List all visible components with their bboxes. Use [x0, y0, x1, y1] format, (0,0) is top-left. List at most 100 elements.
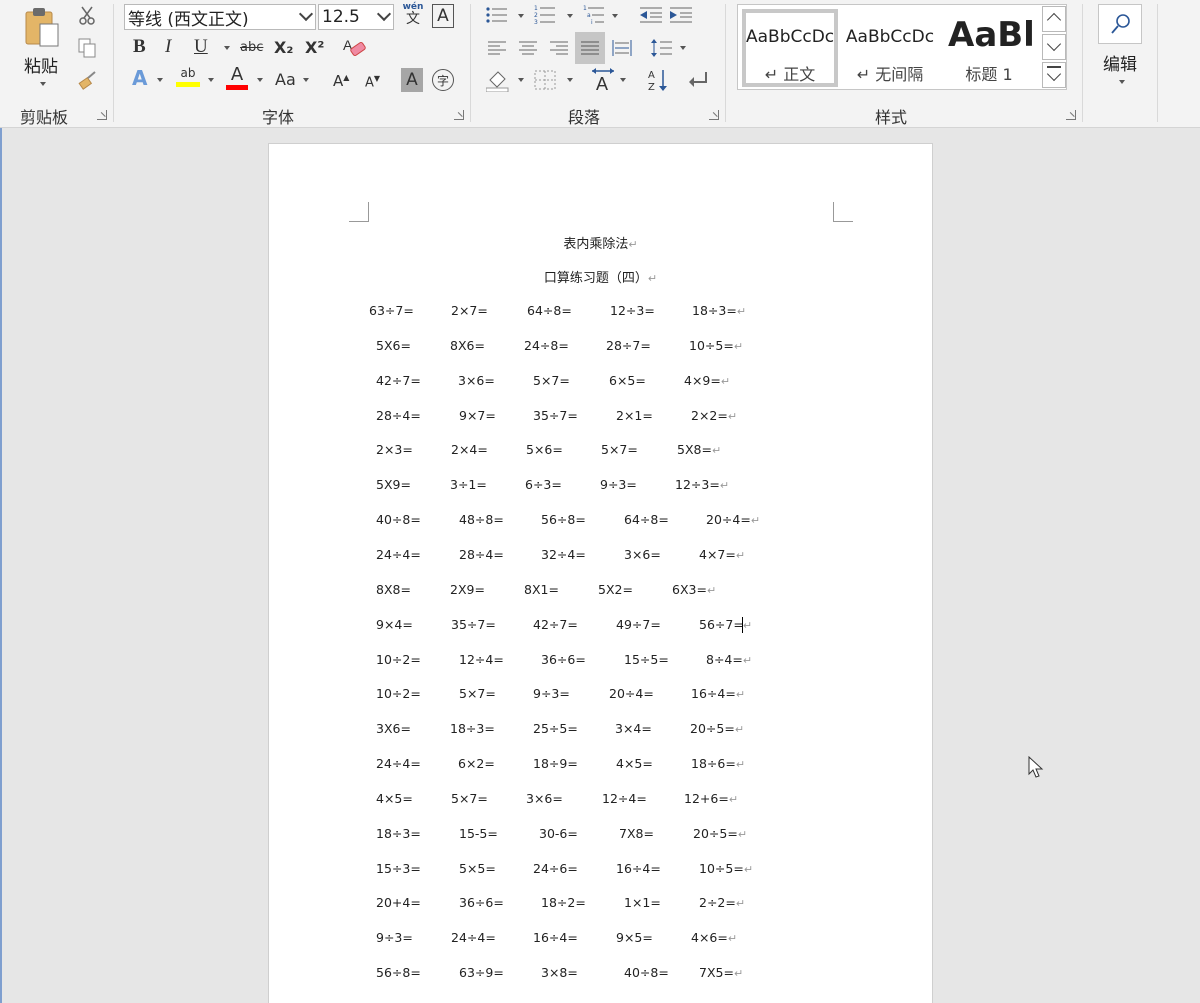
numbering-dropdown-icon[interactable] — [567, 14, 573, 18]
problem-cell[interactable]: 10÷5=↵ — [699, 861, 753, 876]
styles-more-button[interactable] — [1042, 62, 1066, 88]
problem-cell[interactable]: 4×9=↵ — [684, 373, 730, 388]
highlight-dropdown-icon[interactable] — [208, 78, 214, 82]
character-shading-button[interactable]: A — [401, 68, 423, 92]
problem-cell[interactable]: 4×5= — [376, 791, 413, 806]
borders-dropdown-icon[interactable] — [567, 78, 573, 82]
phonetic-guide-button[interactable]: wén 文 — [402, 3, 424, 27]
problem-cell[interactable]: 20÷5=↵ — [690, 721, 744, 736]
problem-cell[interactable]: 12÷4= — [602, 791, 647, 806]
styles-launcher-icon[interactable] — [1066, 110, 1076, 120]
chinese-layout-icon[interactable]: A — [590, 66, 616, 92]
problem-cell[interactable]: 2×7= — [451, 303, 488, 318]
problem-cell[interactable]: 16÷4=↵ — [691, 686, 745, 701]
problem-cell[interactable]: 18÷2= — [541, 895, 586, 910]
problem-cell[interactable]: 5×7= — [601, 442, 638, 457]
problem-cell[interactable]: 6×2= — [458, 756, 495, 771]
document-subtitle[interactable]: 口算练习题（四）↵ — [269, 267, 932, 286]
chinese-layout-dropdown-icon[interactable] — [620, 78, 626, 82]
editing-dropdown-icon[interactable] — [1119, 80, 1125, 84]
problem-cell[interactable]: 18÷3= — [376, 826, 421, 841]
problem-cell[interactable]: 3X6= — [376, 721, 411, 736]
problem-cell[interactable]: 28÷4= — [459, 547, 504, 562]
problem-cell[interactable]: 12÷3=↵ — [675, 477, 729, 492]
problem-cell[interactable]: 3×6= — [458, 373, 495, 388]
font-color-dropdown-icon[interactable] — [257, 78, 263, 82]
shading-dropdown-icon[interactable] — [518, 78, 524, 82]
problem-cell[interactable]: 36÷6= — [459, 895, 504, 910]
document-title[interactable]: 表内乘除法↵ — [269, 233, 932, 252]
problem-cell[interactable]: 4×5= — [616, 756, 653, 771]
increase-indent-icon[interactable] — [670, 6, 692, 24]
numbering-icon[interactable]: 1 2 3 — [534, 4, 556, 26]
shrink-font-button[interactable]: A▼ — [365, 74, 380, 90]
italic-button[interactable]: I — [165, 36, 171, 58]
problem-cell[interactable]: 63÷7= — [369, 303, 414, 318]
styles-scroll-up-button[interactable] — [1042, 6, 1066, 32]
problem-cell[interactable]: 24÷4= — [451, 930, 496, 945]
problem-cell[interactable]: 4×7=↵ — [699, 547, 745, 562]
problem-cell[interactable]: 18÷3= — [450, 721, 495, 736]
find-button[interactable] — [1098, 4, 1142, 44]
underline-button[interactable]: U — [194, 36, 208, 58]
problem-cell[interactable]: 5×7= — [459, 686, 496, 701]
paragraph-launcher-icon[interactable] — [709, 110, 719, 120]
borders-icon[interactable] — [534, 70, 556, 90]
problem-cell[interactable]: 9÷3= — [376, 930, 413, 945]
problem-cell[interactable]: 42÷7= — [376, 373, 421, 388]
problem-cell[interactable]: 28÷7= — [606, 338, 651, 353]
bold-button[interactable]: B — [133, 36, 146, 58]
problem-cell[interactable]: 64÷8= — [527, 303, 572, 318]
cut-icon[interactable] — [78, 6, 96, 26]
problem-cell[interactable]: 24÷4= — [376, 547, 421, 562]
problem-cell[interactable]: 12÷4= — [459, 652, 504, 667]
show-hide-marks-icon[interactable] — [688, 70, 710, 90]
font-color-button[interactable]: A — [226, 64, 248, 90]
problem-cell[interactable]: 5×7= — [533, 373, 570, 388]
problem-cell[interactable]: 6X3=↵ — [672, 582, 716, 597]
problem-cell[interactable]: 28÷4= — [376, 408, 421, 423]
problem-cell[interactable]: 18÷9= — [533, 756, 578, 771]
problem-cell[interactable]: 18÷3=↵ — [692, 303, 746, 318]
problem-cell[interactable]: 9×5= — [616, 930, 653, 945]
problem-cell[interactable]: 5X2= — [598, 582, 633, 597]
problem-cell[interactable]: 2×3= — [376, 442, 413, 457]
paste-button[interactable]: 粘贴 — [24, 52, 58, 77]
document-page[interactable]: 表内乘除法↵ 口算练习题（四）↵ 63÷7= 2×7= 64÷8= 12÷3= 18÷3… — [268, 143, 933, 1003]
bullets-dropdown-icon[interactable] — [518, 14, 524, 18]
chevron-down-icon[interactable] — [376, 6, 392, 22]
line-spacing-icon[interactable] — [650, 38, 672, 58]
problem-cell[interactable]: 20+4= — [376, 895, 421, 910]
problem-cell[interactable]: 16÷4= — [533, 930, 578, 945]
problem-cell[interactable]: 9÷3= — [533, 686, 570, 701]
chevron-down-icon[interactable] — [298, 6, 314, 22]
problem-cell[interactable]: 2×1= — [616, 408, 653, 423]
problem-cell[interactable]: 4×6=↵ — [691, 930, 737, 945]
problem-cell[interactable]: 2×2=↵ — [691, 408, 737, 423]
font-size-combobox[interactable]: 12.5 — [318, 4, 394, 30]
problem-cell[interactable]: 8÷4=↵ — [706, 652, 752, 667]
problem-cell[interactable]: 42÷7= — [533, 617, 578, 632]
change-case-button[interactable]: Aa — [275, 70, 296, 89]
problem-cell[interactable]: 3×6= — [624, 547, 661, 562]
font-name-combobox[interactable]: 等线 (西文正文) — [124, 4, 316, 30]
problem-cell[interactable]: 24÷6= — [533, 861, 578, 876]
problem-cell[interactable]: 8X8= — [376, 582, 411, 597]
problem-cell[interactable]: 5X6= — [376, 338, 411, 353]
align-right-icon[interactable] — [550, 40, 568, 56]
problem-cell[interactable]: 64÷8= — [624, 512, 669, 527]
problem-cell[interactable]: 10÷2= — [376, 652, 421, 667]
sort-icon[interactable]: AZ — [647, 68, 669, 92]
problem-cell[interactable]: 7X5=↵ — [699, 965, 743, 980]
bullets-icon[interactable] — [486, 6, 508, 24]
problem-cell[interactable]: 2÷2=↵ — [699, 895, 745, 910]
problem-cell[interactable]: 3×8= — [541, 965, 578, 980]
font-launcher-icon[interactable] — [454, 110, 464, 120]
problem-cell[interactable]: 30-6= — [539, 826, 578, 841]
problem-cell[interactable]: 24÷8= — [524, 338, 569, 353]
problem-cell[interactable]: 16÷4= — [616, 861, 661, 876]
problem-cell[interactable]: 20÷4= — [609, 686, 654, 701]
multilevel-list-dropdown-icon[interactable] — [612, 14, 618, 18]
paste-dropdown-icon[interactable] — [40, 82, 46, 86]
change-case-dropdown-icon[interactable] — [303, 78, 309, 82]
